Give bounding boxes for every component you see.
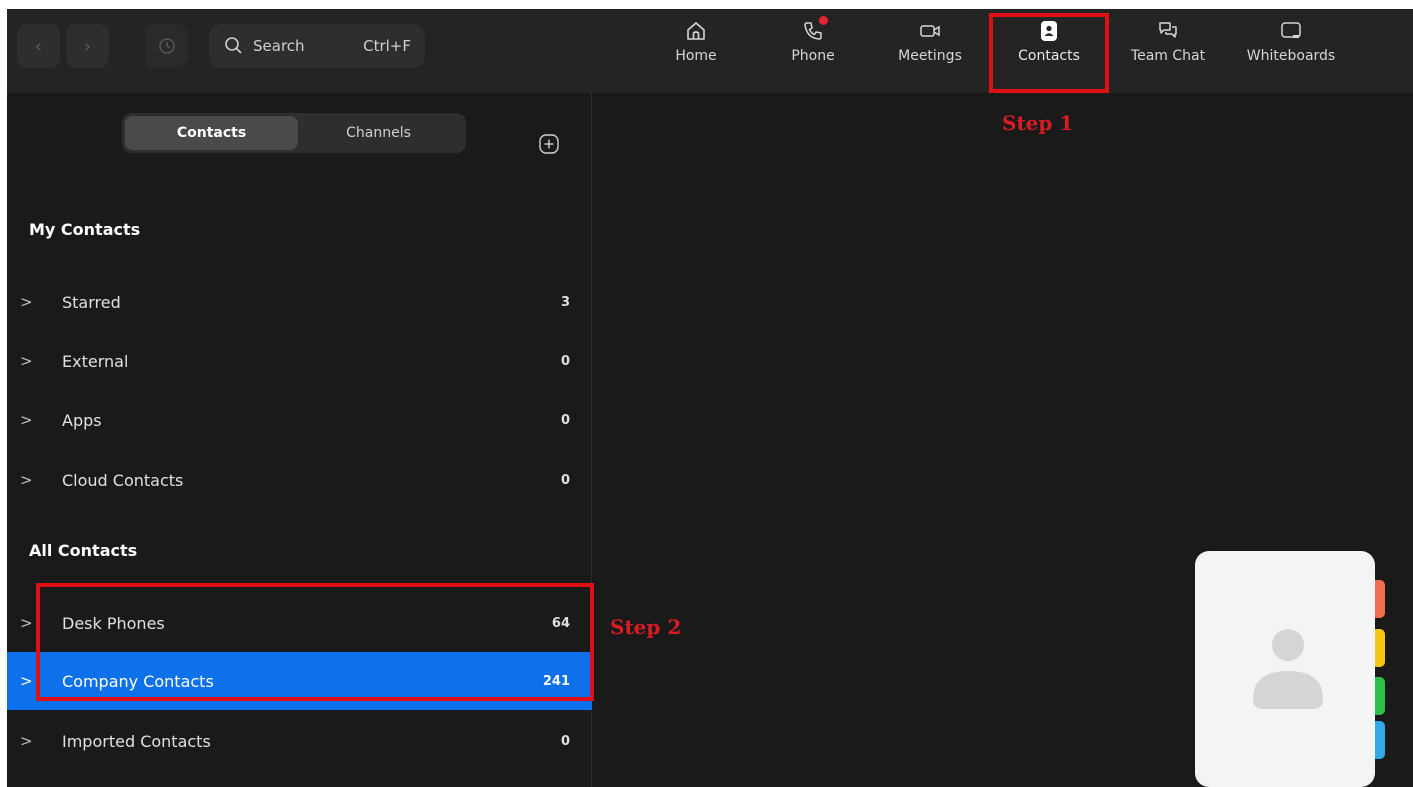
contact-group-cloud-contacts[interactable]: > Cloud Contacts 0 bbox=[7, 451, 592, 509]
history-button[interactable] bbox=[145, 24, 188, 68]
tab-meetings[interactable]: Meetings bbox=[890, 17, 970, 87]
tab-team-chat-label: Team Chat bbox=[1130, 48, 1206, 64]
contact-group-count: 0 bbox=[560, 733, 570, 749]
segment-contacts[interactable]: Contacts bbox=[125, 116, 298, 150]
back-button[interactable]: ‹ bbox=[17, 24, 60, 68]
tab-home[interactable]: Home bbox=[670, 17, 722, 87]
whiteboard-icon bbox=[1281, 22, 1301, 38]
step2-highlight-box bbox=[36, 583, 594, 701]
contact-group-count: 0 bbox=[560, 412, 570, 428]
chevron-right-icon: > bbox=[20, 352, 33, 370]
history-icon bbox=[158, 38, 175, 54]
contact-group-apps[interactable]: > Apps 0 bbox=[7, 391, 592, 449]
tab-phone-label: Phone bbox=[791, 48, 835, 64]
chevron-right-icon: > bbox=[20, 732, 33, 750]
contact-group-external[interactable]: > External 0 bbox=[7, 332, 592, 390]
contacts-channels-toggle: Contacts Channels bbox=[122, 113, 466, 153]
top-navigation-bar: ‹ › Search Ctrl+F Home Phone Meetings Co… bbox=[7, 9, 1413, 93]
zoom-app-window: ‹ › Search Ctrl+F Home Phone Meetings Co… bbox=[7, 9, 1413, 787]
chevron-right-icon: > bbox=[20, 411, 33, 429]
all-contacts-heading: All Contacts bbox=[29, 541, 138, 560]
contact-group-label: Apps bbox=[62, 410, 102, 430]
tab-home-label: Home bbox=[675, 48, 717, 64]
contact-group-label: Imported Contacts bbox=[62, 731, 211, 751]
tab-whiteboards-label: Whiteboards bbox=[1246, 48, 1336, 64]
contact-group-count: 0 bbox=[560, 472, 570, 488]
tab-whiteboards[interactable]: Whiteboards bbox=[1233, 17, 1349, 87]
address-book-illustration bbox=[1195, 551, 1385, 787]
contact-group-count: 3 bbox=[560, 294, 570, 310]
contact-group-imported-contacts[interactable]: > Imported Contacts 0 bbox=[7, 712, 592, 770]
chevron-left-icon: ‹ bbox=[34, 35, 43, 57]
chevron-right-icon: > bbox=[20, 672, 33, 690]
search-shortcut: Ctrl+F bbox=[363, 37, 411, 55]
contact-group-label: External bbox=[62, 351, 129, 371]
add-contact-icon[interactable] bbox=[539, 134, 559, 154]
tab-meetings-label: Meetings bbox=[898, 48, 962, 64]
contact-group-label: Starred bbox=[62, 292, 121, 312]
step1-highlight-box bbox=[989, 13, 1109, 93]
step1-label: Step 1 bbox=[1002, 111, 1074, 135]
segment-channels[interactable]: Channels bbox=[292, 116, 465, 150]
chevron-right-icon: > bbox=[20, 293, 33, 311]
phone-notification-dot bbox=[819, 16, 828, 25]
search-box[interactable]: Search Ctrl+F bbox=[209, 24, 425, 68]
contact-group-count: 0 bbox=[560, 353, 570, 369]
home-icon bbox=[687, 22, 705, 40]
contact-group-label: Cloud Contacts bbox=[62, 470, 184, 490]
chevron-right-icon: > bbox=[20, 471, 33, 489]
chevron-right-icon: › bbox=[83, 35, 92, 57]
chevron-right-icon: > bbox=[20, 614, 33, 632]
tab-phone[interactable]: Phone bbox=[783, 16, 843, 87]
tab-team-chat[interactable]: Team Chat bbox=[1123, 17, 1213, 87]
my-contacts-heading: My Contacts bbox=[29, 220, 141, 239]
video-camera-icon bbox=[920, 25, 940, 37]
phone-icon-wrap bbox=[802, 16, 828, 42]
forward-button[interactable]: › bbox=[66, 24, 109, 68]
step2-label: Step 2 bbox=[610, 615, 682, 639]
search-label: Search bbox=[253, 37, 305, 55]
chat-bubbles-icon bbox=[1159, 22, 1177, 38]
contact-group-starred[interactable]: > Starred 3 bbox=[7, 273, 592, 331]
search-icon bbox=[225, 37, 242, 54]
